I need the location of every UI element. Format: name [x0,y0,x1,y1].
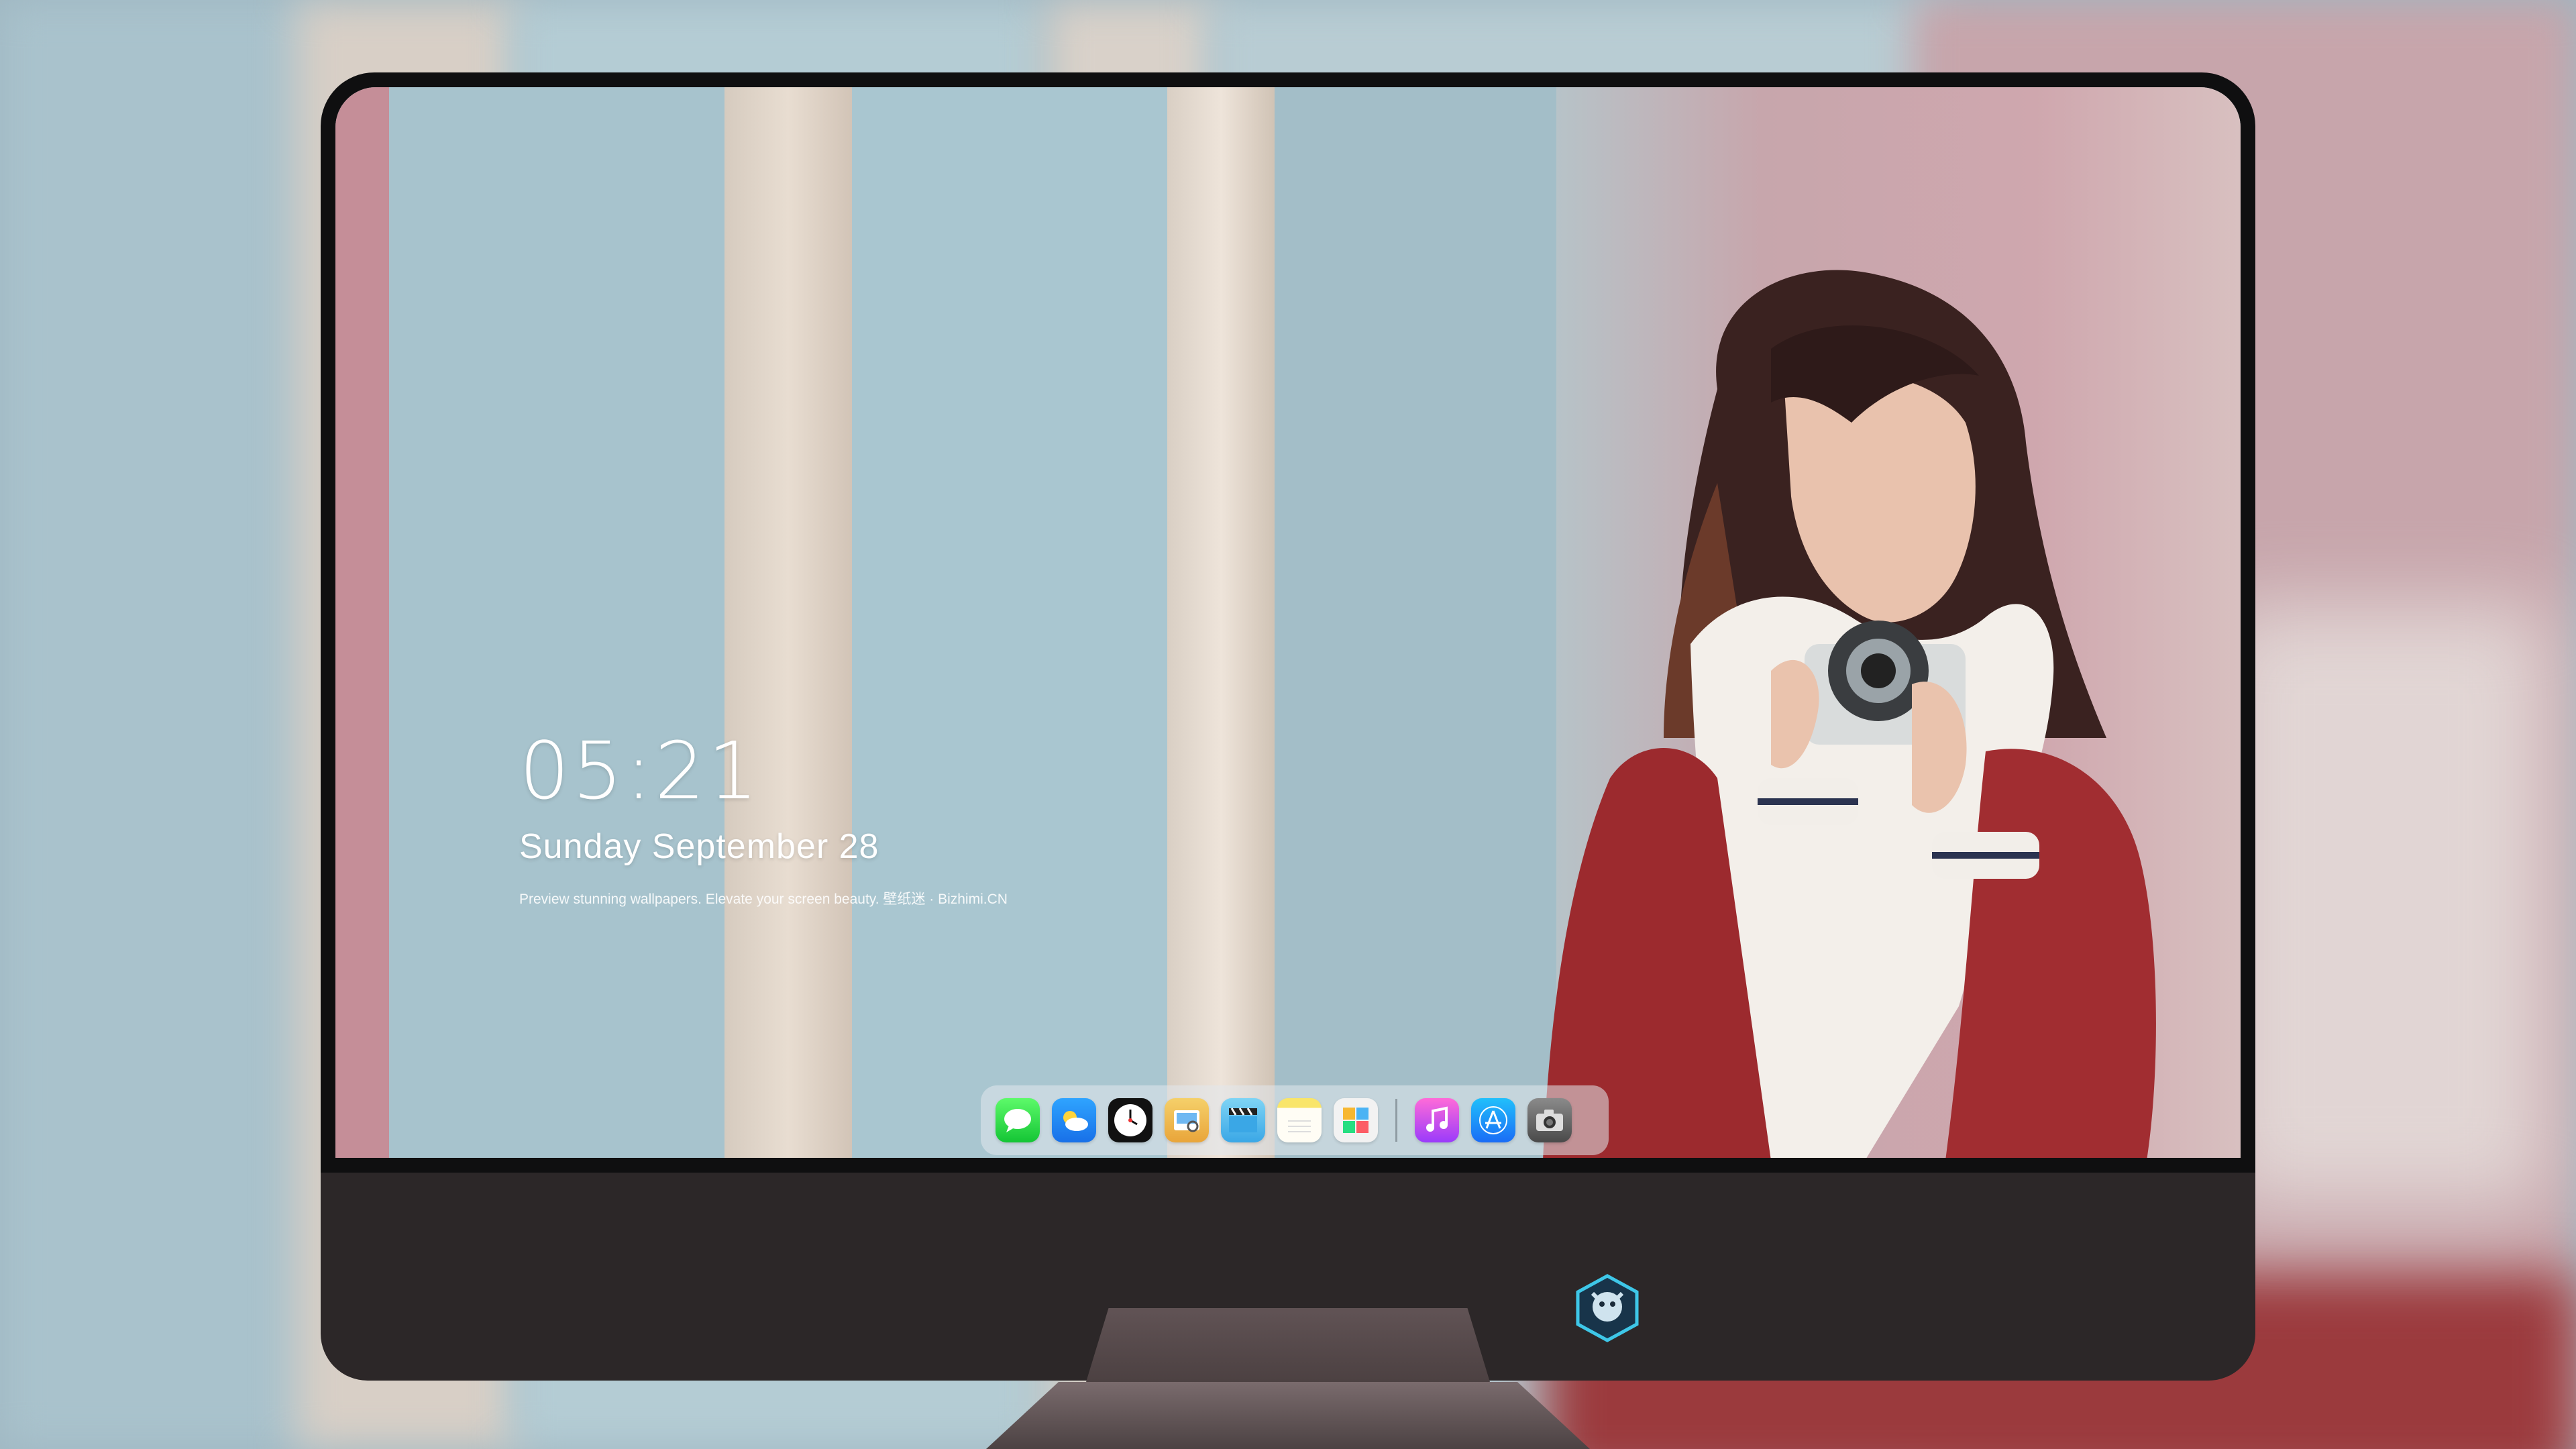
weather-icon[interactable] [1052,1098,1096,1142]
music-icon[interactable] [1415,1098,1459,1142]
wallpaper-tagline: Preview stunning wallpapers. Elevate you… [519,892,1008,907]
monitor-stand-neck [1084,1308,1492,1389]
clock-time: 05:21 [519,724,761,817]
lock-clock: 05:21 Sunday September 28 Preview stunni… [519,731,1008,908]
dock-separator [1395,1099,1397,1142]
camera-icon[interactable] [1527,1098,1572,1142]
clips-icon[interactable] [1221,1098,1265,1142]
photos-icon[interactable] [1334,1098,1378,1142]
monitor: 05:21 Sunday September 28 Preview stunni… [321,72,2255,1449]
wallpaper-photo [1543,270,2156,1158]
notes-icon[interactable] [1277,1098,1322,1142]
monitor-stand-base [986,1382,1590,1449]
clock-icon[interactable] [1108,1098,1152,1142]
brand-logo-icon [1576,1274,1639,1342]
messages-icon[interactable] [996,1098,1040,1142]
dock [981,1085,1609,1155]
monitor-bezel: 05:21 Sunday September 28 Preview stunni… [321,72,2255,1173]
desktop-screen: 05:21 Sunday September 28 Preview stunni… [335,87,2241,1158]
clock-date: Sunday September 28 [519,827,879,866]
app-store-icon[interactable] [1471,1098,1515,1142]
preview-icon[interactable] [1165,1098,1209,1142]
